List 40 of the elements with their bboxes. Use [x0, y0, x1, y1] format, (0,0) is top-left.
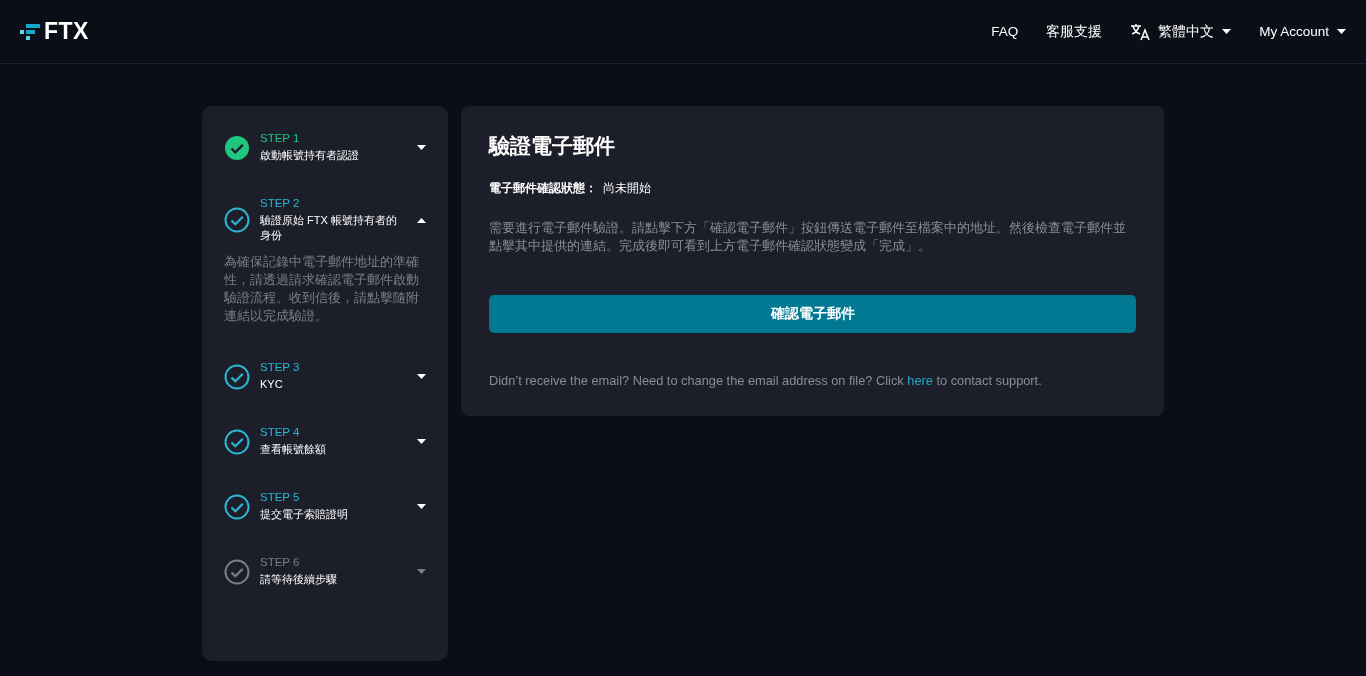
caret-icon[interactable]: [417, 374, 426, 379]
check-circle-icon: [224, 558, 250, 585]
check-circle-icon: [224, 207, 250, 233]
translate-icon: [1130, 22, 1151, 41]
caret-icon[interactable]: [1222, 29, 1232, 34]
caret-icon[interactable]: [417, 145, 426, 150]
check-circle-icon: [224, 428, 250, 455]
step-title: 查看帳號餘額: [260, 442, 327, 457]
step-title: 請等待後續步驟: [260, 572, 338, 587]
caret-icon[interactable]: [417, 439, 426, 444]
support-note: Didn’t receive the email? Need to change the email address on file? Click here to contact support.: [489, 373, 1043, 388]
step-label: STEP 5: [260, 491, 301, 503]
caret-icon[interactable]: [417, 504, 426, 509]
check-circle-icon: [224, 493, 250, 520]
language-menu[interactable]: 繁體中文: [1130, 22, 1232, 41]
step-description: 為確保記錄中電子郵件地址的準確性，請透過請求確認電子郵件啟動驗證流程。收到信後，請點擊隨附連結以完成驗證。: [224, 254, 420, 325]
support-link[interactable]: here: [907, 373, 933, 388]
step-label: STEP 2: [260, 197, 301, 209]
check-circle-icon: [224, 363, 250, 390]
caret-icon[interactable]: [417, 217, 426, 223]
check-circle-icon: [224, 134, 250, 161]
logo-icon: [20, 23, 40, 40]
status-label: 電子郵件確認狀態：: [489, 180, 597, 197]
confirm-email-button[interactable]: 確認電子郵件: [489, 295, 1136, 333]
status-value: 尚未開始: [603, 180, 651, 197]
caret-icon[interactable]: [1337, 29, 1346, 34]
logo-text: FTX: [44, 18, 89, 45]
step-label: STEP 6: [260, 556, 301, 568]
step-title: KYC: [260, 377, 284, 392]
step-title: 提交電子索賠證明: [260, 507, 349, 522]
step-label: STEP 3: [260, 361, 301, 373]
nav-link[interactable]: FAQ: [991, 24, 1019, 39]
step-label: STEP 4: [260, 426, 301, 438]
step-title: 驗證原始 FTX 帳號持有者的身份: [260, 213, 398, 243]
account-menu[interactable]: My Account: [1259, 24, 1346, 39]
nav-link[interactable]: 客服支援: [1046, 22, 1103, 41]
step-label: STEP 1: [260, 132, 301, 144]
step-title: 啟動帳號持有者認證: [260, 148, 360, 163]
instructions-text: 需要進行電子郵件驗證。請點擊下方「確認電子郵件」按鈕傳送電子郵件至檔案中的地址。然後檢查電子郵件並點擊其中提供的連結。完成後即可看到上方電子郵件確認狀態變成「完成」。: [489, 220, 1127, 255]
panel-title: 驗證電子郵件: [489, 133, 616, 159]
